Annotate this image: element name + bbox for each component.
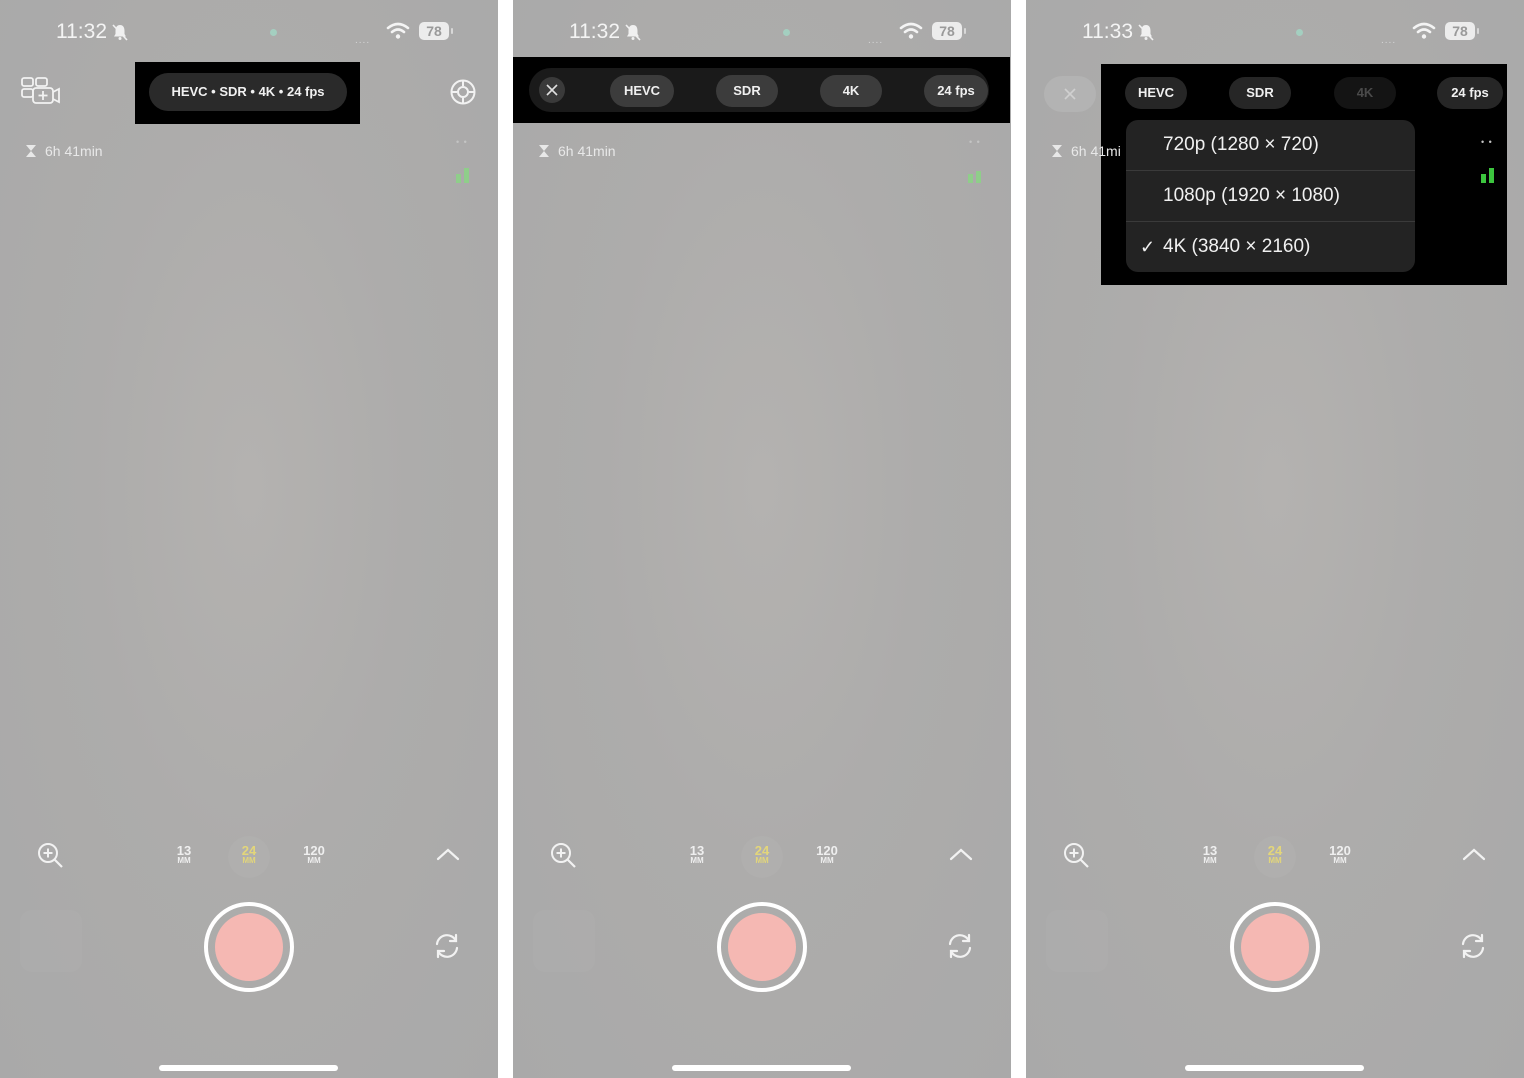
remaining-time: 6h 41min [558,143,616,159]
lens-24mm[interactable]: 24 MM [1260,844,1290,865]
lens-24mm[interactable]: 24 MM [747,844,777,865]
status-time: 11:32 [56,20,107,43]
lens-13mm[interactable]: 13 MM [1195,844,1225,865]
status-time: 11:32 [569,20,620,43]
home-indicator[interactable] [1185,1065,1364,1071]
close-settings-button[interactable] [539,77,565,103]
cellular-signal-icon: .... [868,35,884,46]
record-button-fill [1241,913,1309,981]
resolution-pill[interactable]: 4K [1334,77,1396,109]
phone-screen-2: 11:32 .... 78 HEVC SDR 4K 24 fps 6h 41mi… [513,0,1011,1078]
home-indicator[interactable] [672,1065,851,1071]
battery-icon: 78 [932,22,966,40]
flip-camera-icon[interactable] [944,930,976,962]
home-indicator[interactable] [159,1065,338,1071]
wifi-icon [1412,22,1436,39]
wifi-icon [899,22,923,39]
zoom-in-icon[interactable] [549,841,577,869]
codec-pill[interactable]: HEVC [1125,77,1187,109]
multicam-add-icon[interactable] [20,76,60,106]
gear-icon[interactable] [448,77,478,107]
format-summary-pill[interactable]: HEVC • SDR • 4K • 24 fps [149,73,347,111]
zoom-in-icon[interactable] [36,841,64,869]
wifi-icon [386,22,410,39]
lens-13mm[interactable]: 13 MM [169,844,199,865]
close-settings-button[interactable] [1044,76,1096,112]
record-button[interactable] [204,902,294,992]
chevron-up-icon[interactable] [435,845,461,863]
remaining-time: 6h 41mi [1071,143,1121,159]
privacy-indicator-dot [1296,29,1303,36]
close-icon [1064,88,1076,100]
codec-pill[interactable]: HEVC [610,75,674,107]
record-button[interactable] [717,902,807,992]
range-pill[interactable]: SDR [1229,77,1291,109]
audio-level-icon [456,168,469,183]
phone-screen-1: 11:32 .... 78 HEVC • SDR • 4K • 24 fps 6… [0,0,498,1078]
audio-meter-dots: • • [1481,137,1493,147]
format-summary-highlight: HEVC • SDR • 4K • 24 fps [135,62,360,124]
lens-13mm[interactable]: 13 MM [682,844,712,865]
flip-camera-icon[interactable] [431,930,463,962]
silent-bell-icon [1138,24,1154,41]
audio-meter-dots: • • [456,137,468,147]
chevron-up-icon[interactable] [1461,845,1487,863]
record-button[interactable] [1230,902,1320,992]
privacy-indicator-dot [783,29,790,36]
checkmark-icon: ✓ [1140,237,1156,257]
range-pill[interactable]: SDR [716,75,778,107]
privacy-indicator-dot [270,29,277,36]
resolution-option-4k[interactable]: ✓ 4K (3840 × 2160) [1126,222,1415,272]
lens-120mm[interactable]: 120 MM [1325,844,1355,865]
lens-24mm[interactable]: 24 MM [234,844,264,865]
phone-screen-3: 11:33 .... 78 HEVC SDR 4K 24 fps 6h 41mi… [1026,0,1524,1078]
last-clip-thumbnail[interactable] [20,910,82,972]
audio-level-icon [968,171,981,183]
resolution-option-720p[interactable]: 720p (1280 × 720) [1126,120,1415,170]
zoom-in-icon[interactable] [1062,841,1090,869]
audio-level-icon [1481,168,1494,183]
last-clip-thumbnail[interactable] [1046,910,1108,972]
remaining-time: 6h 41min [45,143,103,159]
audio-meter-dots: • • [969,137,981,147]
status-time: 11:33 [1082,20,1133,43]
chevron-up-icon[interactable] [948,845,974,863]
flip-camera-icon[interactable] [1457,930,1489,962]
resolution-menu: 720p (1280 × 720) 1080p (1920 × 1080) ✓ 4… [1126,120,1415,272]
fps-pill[interactable]: 24 fps [924,75,988,107]
silent-bell-icon [625,24,641,41]
battery-icon: 78 [419,22,453,40]
last-clip-thumbnail[interactable] [533,910,595,972]
fps-pill[interactable]: 24 fps [1437,77,1503,109]
resolution-pill[interactable]: 4K [820,75,882,107]
hourglass-icon [539,145,549,157]
record-button-fill [215,913,283,981]
cellular-signal-icon: .... [1381,35,1397,46]
record-button-fill [728,913,796,981]
battery-icon: 78 [1445,22,1479,40]
hourglass-icon [1052,145,1062,157]
cellular-signal-icon: .... [355,35,371,46]
hourglass-icon [26,145,36,157]
resolution-option-1080p[interactable]: 1080p (1920 × 1080) [1126,171,1415,221]
lens-120mm[interactable]: 120 MM [812,844,842,865]
close-icon [546,84,558,96]
silent-bell-icon [112,24,128,41]
lens-120mm[interactable]: 120 MM [299,844,329,865]
